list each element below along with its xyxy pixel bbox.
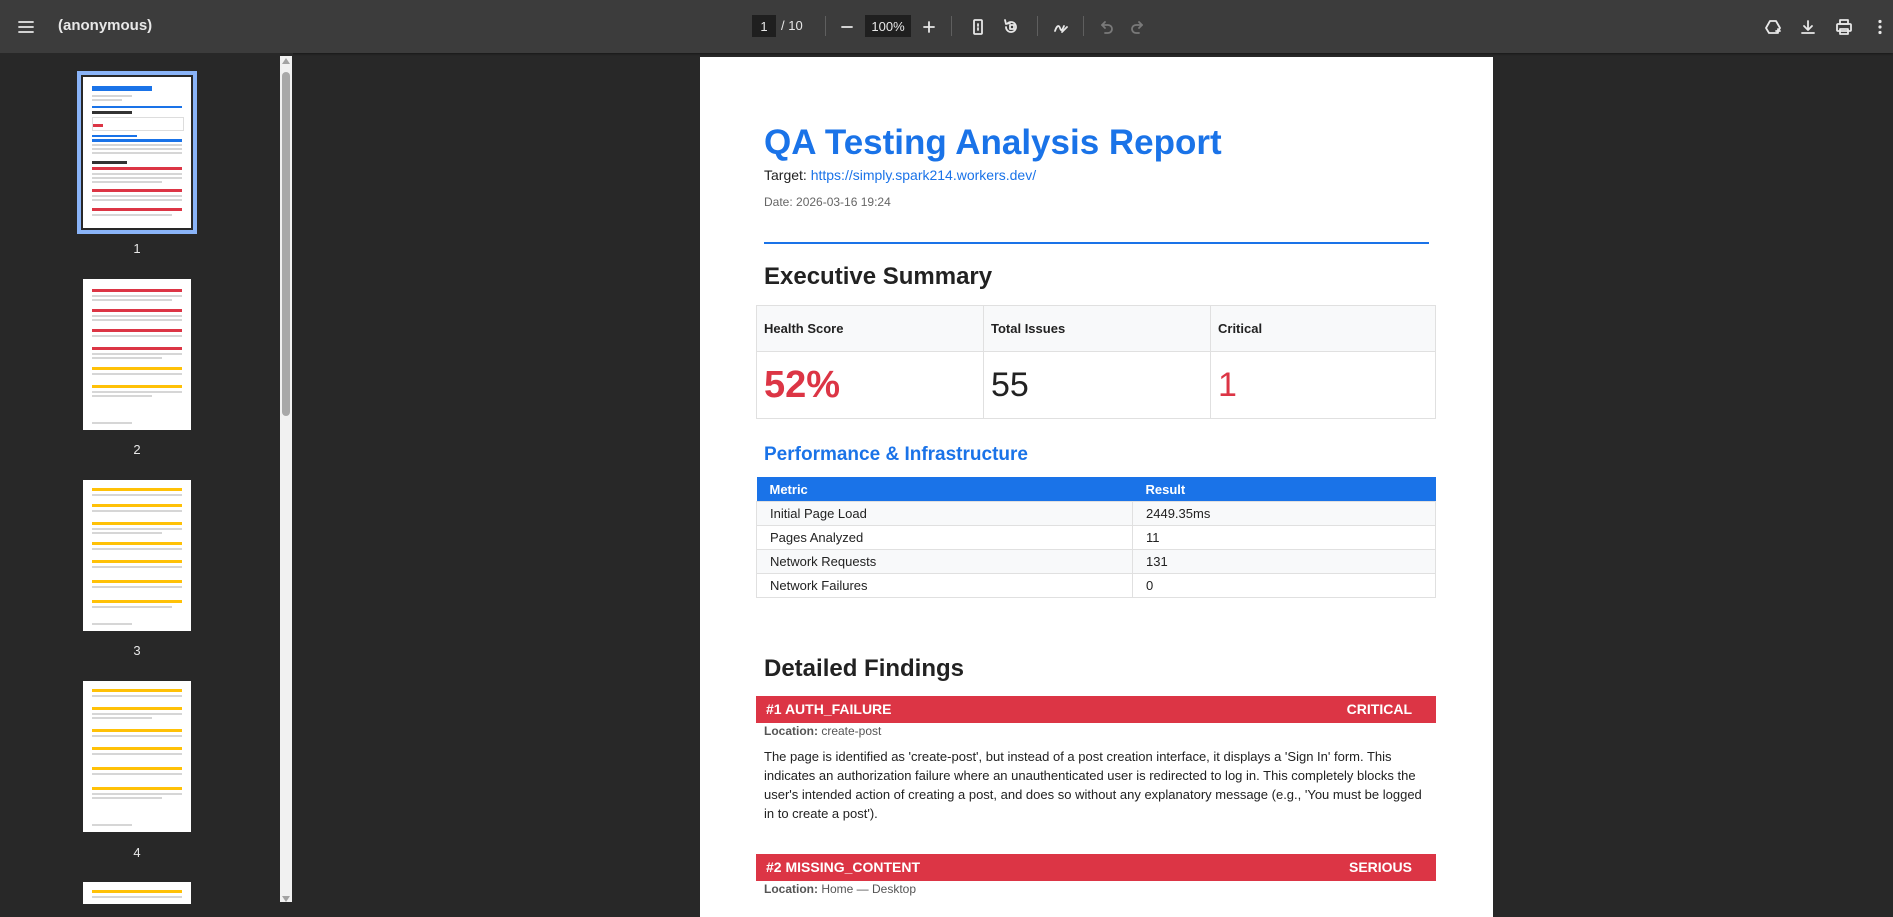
detailed-findings-heading: Detailed Findings: [764, 655, 965, 682]
rotate-icon[interactable]: [998, 14, 1024, 40]
undo-icon[interactable]: [1093, 14, 1119, 40]
finding-location: Location: Home — Desktop: [764, 882, 916, 896]
page-thumbnail-4[interactable]: [83, 681, 191, 832]
print-icon[interactable]: [1831, 14, 1857, 40]
toolbar-divider: [1083, 16, 1084, 36]
page-total: / 10: [781, 18, 803, 33]
metric-result: 131: [1132, 549, 1436, 574]
finding-location: Location: create-post: [764, 724, 881, 738]
report-target: Target: https://simply.spark214.workers.…: [764, 167, 1036, 183]
finding-header: #2 MISSING_CONTENT SERIOUS: [756, 854, 1436, 881]
zoom-input[interactable]: [865, 15, 911, 37]
location-label: Location:: [764, 724, 818, 738]
thumbnail-page-number: 4: [133, 845, 141, 860]
column-header: Result: [1132, 477, 1436, 502]
health-score-value: 52%: [756, 351, 984, 419]
menu-icon[interactable]: [13, 14, 39, 40]
thumbnail-page-number: 1: [133, 241, 141, 256]
scroll-up-arrow-icon[interactable]: [282, 58, 290, 64]
toolbar-divider: [951, 16, 952, 36]
target-link[interactable]: https://simply.spark214.workers.dev/: [811, 167, 1036, 183]
annotate-pen-icon[interactable]: [1048, 14, 1074, 40]
executive-summary-heading: Executive Summary: [764, 263, 993, 290]
page-thumbnail-1[interactable]: [77, 71, 197, 234]
finding-id: #2 MISSING_CONTENT: [766, 859, 921, 875]
page-number-input[interactable]: [752, 15, 776, 37]
metric-name: Initial Page Load: [756, 501, 1133, 526]
finding-description: The page is identified as 'create-post',…: [764, 749, 1422, 821]
zoom-in-icon[interactable]: [916, 14, 942, 40]
finding-id: #1 AUTH_FAILURE: [766, 701, 892, 717]
zoom-out-icon[interactable]: [834, 14, 860, 40]
summary-label: Total Issues: [983, 305, 1211, 352]
finding-severity: CRITICAL: [1346, 701, 1412, 717]
metric-result: 2449.35ms: [1132, 501, 1436, 526]
document-page: QA Testing Analysis Report Target: https…: [700, 57, 1493, 917]
metric-result: 0: [1132, 573, 1436, 598]
fit-page-icon[interactable]: [965, 14, 991, 40]
thumbnail-page-number: 2: [133, 442, 141, 457]
finding-header: #1 AUTH_FAILURE CRITICAL: [756, 696, 1436, 723]
scroll-down-arrow-icon[interactable]: [282, 896, 290, 902]
document-title: (anonymous): [58, 17, 153, 34]
location-value: create-post: [818, 724, 882, 738]
metric-name: Pages Analyzed: [756, 525, 1133, 550]
metric-result: 11: [1132, 525, 1436, 550]
finding-severity: SERIOUS: [1348, 859, 1412, 875]
toolbar-divider: [1037, 16, 1038, 36]
table-row: Network Failures 0: [756, 573, 1436, 598]
table-row: Pages Analyzed 11: [756, 525, 1436, 550]
table-row: Initial Page Load 2449.35ms: [756, 501, 1436, 526]
performance-table: Metric Result Initial Page Load 2449.35m…: [756, 477, 1436, 598]
toolbar-divider: [825, 16, 826, 36]
save-to-drive-icon[interactable]: [1760, 14, 1786, 40]
location-value: Home — Desktop: [818, 882, 917, 896]
sidebar-scrollbar-thumb[interactable]: [282, 72, 290, 416]
critical-count-value: 1: [1210, 351, 1436, 419]
metric-name: Network Failures: [756, 573, 1133, 598]
download-icon[interactable]: [1795, 14, 1821, 40]
title-divider: [764, 242, 1429, 244]
more-options-icon[interactable]: [1867, 14, 1893, 40]
table-row: Network Requests 131: [756, 549, 1436, 574]
redo-icon[interactable]: [1125, 14, 1151, 40]
summary-label: Critical: [1210, 305, 1436, 352]
total-issues-value: 55: [983, 351, 1211, 419]
report-date: Date: 2026-03-16 19:24: [764, 195, 891, 209]
summary-label: Health Score: [756, 305, 984, 352]
performance-heading: Performance & Infrastructure: [764, 444, 1028, 465]
page-thumbnail-5[interactable]: [83, 882, 191, 904]
target-label: Target:: [764, 167, 811, 183]
column-header: Metric: [756, 477, 1133, 502]
thumbnail-page-number: 3: [133, 643, 141, 658]
location-label: Location:: [764, 882, 818, 896]
executive-summary-table: Health Score Total Issues Critical 52% 5…: [756, 305, 1436, 419]
report-title: QA Testing Analysis Report: [764, 123, 1222, 162]
metric-name: Network Requests: [756, 549, 1133, 574]
page-thumbnail-2[interactable]: [83, 279, 191, 430]
page-thumbnail-3[interactable]: [83, 480, 191, 631]
viewer-toolbar: (anonymous) / 10: [0, 0, 1893, 53]
